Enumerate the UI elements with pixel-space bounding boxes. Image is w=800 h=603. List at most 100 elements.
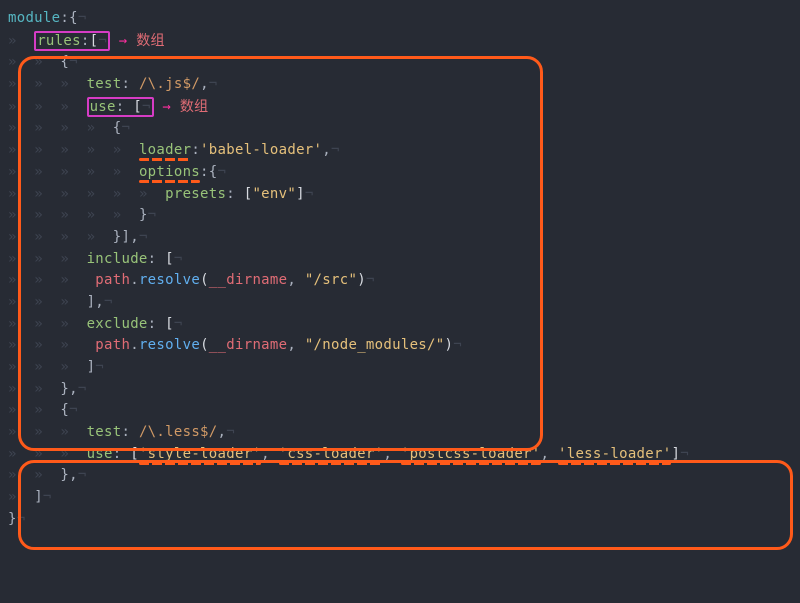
- whitespace-eol: ¬: [95, 359, 104, 375]
- whitespace-indent: »: [8, 251, 34, 267]
- code-line: » » » » }],¬: [8, 227, 792, 249]
- whitespace-indent: »: [60, 229, 86, 245]
- whitespace-indent: »: [8, 359, 34, 375]
- whitespace-indent: »: [34, 164, 60, 180]
- whitespace-indent: »: [34, 467, 60, 483]
- token-bracket: [: [130, 446, 139, 462]
- whitespace-indent: »: [87, 207, 113, 223]
- whitespace-indent: »: [8, 76, 34, 92]
- whitespace-eol: ¬: [98, 33, 107, 49]
- whitespace-indent: »: [8, 272, 34, 288]
- token-comma: ,: [261, 446, 278, 462]
- whitespace-indent: »: [34, 294, 60, 310]
- whitespace-eol: ¬: [17, 511, 26, 527]
- whitespace-indent: »: [60, 272, 86, 288]
- token-close: },: [60, 467, 77, 483]
- whitespace-indent: »: [60, 446, 86, 462]
- code-line: » ]¬: [8, 487, 792, 509]
- code-line: » » » use: [¬ → 数组: [8, 96, 792, 119]
- code-line: » » » ]¬: [8, 357, 792, 379]
- whitespace-indent: »: [113, 142, 139, 158]
- whitespace-eol: ¬: [139, 229, 148, 245]
- token-close: }: [8, 511, 17, 527]
- whitespace-indent: »: [8, 467, 34, 483]
- token-string-underlined: 'css-loader': [279, 446, 384, 462]
- token-comma: ,: [287, 272, 304, 288]
- whitespace-indent: »: [60, 316, 86, 332]
- whitespace-indent: »: [34, 337, 60, 353]
- whitespace-indent: »: [60, 294, 86, 310]
- token-string-underlined: 'style-loader': [139, 446, 261, 462]
- code-line: » rules:[¬ → 数组: [8, 30, 792, 53]
- token-comma: ,: [383, 446, 400, 462]
- whitespace-indent: »: [8, 489, 34, 505]
- code-line: » » » » {¬: [8, 118, 792, 140]
- token-rules: rules: [37, 33, 81, 49]
- token-paren: (: [200, 272, 209, 288]
- highlight-box-use: use: [¬: [87, 97, 154, 117]
- code-line: module:{¬: [8, 8, 792, 30]
- whitespace-eol: ¬: [69, 402, 78, 418]
- whitespace-indent: »: [8, 142, 34, 158]
- code-line: » » » exclude: [¬: [8, 314, 792, 336]
- token-bracket: [: [165, 251, 174, 267]
- whitespace-indent: »: [8, 54, 34, 70]
- code-line: » » » path.resolve(__dirname, "/src")¬: [8, 270, 792, 292]
- token-colon: :: [121, 424, 138, 440]
- whitespace-indent: »: [87, 186, 113, 202]
- whitespace-indent: »: [60, 207, 86, 223]
- token-string: "env": [252, 186, 296, 202]
- token-comma: ,: [322, 142, 331, 158]
- token-bracket: [: [90, 33, 99, 49]
- token-string: 'babel-loader': [200, 142, 322, 158]
- whitespace-eol: ¬: [78, 467, 87, 483]
- token-colon: :: [113, 446, 130, 462]
- token-dot: .: [130, 272, 139, 288]
- token-comma: ,: [541, 446, 558, 462]
- whitespace-indent: »: [34, 381, 60, 397]
- token-string-underlined: 'postcss-loader': [401, 446, 541, 462]
- token-colon: :: [148, 251, 165, 267]
- token-module: module: [8, 10, 60, 26]
- arrow-icon: →: [110, 33, 136, 49]
- token-comma: ,: [200, 76, 209, 92]
- whitespace-eol: ¬: [366, 272, 375, 288]
- whitespace-indent: »: [8, 99, 34, 115]
- whitespace-indent: »: [139, 186, 165, 202]
- token-bracket: [: [165, 316, 174, 332]
- token-test: test: [87, 424, 122, 440]
- whitespace-indent: »: [34, 207, 60, 223]
- whitespace-indent: »: [60, 120, 86, 136]
- whitespace-indent: »: [8, 337, 34, 353]
- token-comma: ,: [287, 337, 304, 353]
- whitespace-indent: »: [34, 402, 60, 418]
- token-close: ]: [34, 489, 43, 505]
- whitespace-indent: »: [34, 142, 60, 158]
- annotation-array: 数组: [180, 98, 209, 114]
- token-close: ],: [87, 294, 104, 310]
- whitespace-eol: ¬: [174, 251, 183, 267]
- token-dirname: __dirname: [209, 272, 288, 288]
- token-paren: ): [357, 272, 366, 288]
- whitespace-eol: ¬: [121, 120, 130, 136]
- token-string: "/src": [305, 272, 357, 288]
- token-close: },: [60, 381, 77, 397]
- whitespace-indent: »: [8, 316, 34, 332]
- whitespace-indent: »: [113, 164, 139, 180]
- whitespace-eol: ¬: [148, 207, 157, 223]
- whitespace-indent: »: [34, 251, 60, 267]
- token-colon: :: [116, 99, 133, 115]
- whitespace-indent: »: [60, 164, 86, 180]
- whitespace-eol: ¬: [142, 99, 151, 115]
- whitespace-indent: »: [87, 164, 113, 180]
- code-line: » » » path.resolve(__dirname, "/node_mod…: [8, 335, 792, 357]
- whitespace-indent: »: [34, 316, 60, 332]
- token-options-underlined: options: [139, 164, 200, 180]
- whitespace-indent: »: [60, 251, 86, 267]
- whitespace-indent: »: [8, 446, 34, 462]
- whitespace-eol: ¬: [174, 316, 183, 332]
- token-colon: :: [121, 76, 138, 92]
- token-path: path: [95, 337, 130, 353]
- token-exclude: exclude: [87, 316, 148, 332]
- token-brace: {: [60, 402, 69, 418]
